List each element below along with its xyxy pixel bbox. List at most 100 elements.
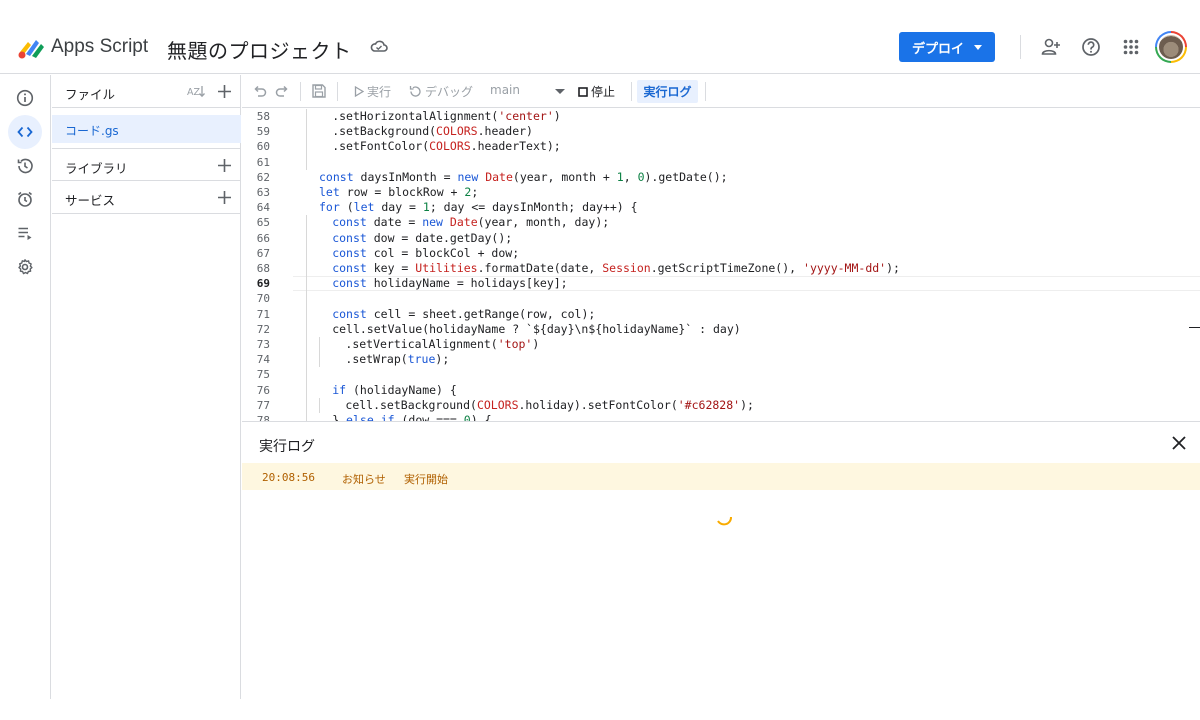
code-line[interactable]: 75 bbox=[242, 367, 1200, 383]
history-icon bbox=[17, 158, 33, 174]
stop-label: 停止 bbox=[591, 85, 616, 99]
code-token: for bbox=[319, 200, 340, 215]
code-token: ) bbox=[532, 337, 540, 351]
code-text: for (let day = 1; day <= daysInMonth; da… bbox=[319, 200, 638, 215]
apps-script-logo[interactable] bbox=[17, 34, 45, 60]
sort-az-icon[interactable]: AZ bbox=[187, 84, 207, 99]
code-line[interactable]: 60 .setFontColor(COLORS.headerText); bbox=[242, 139, 1200, 155]
code-line[interactable]: 66 const dow = date.getDay(); bbox=[242, 230, 1200, 246]
code-line[interactable]: 72 cell.setValue(holidayName ? `${day}\n$… bbox=[242, 321, 1200, 337]
code-token: ) bbox=[553, 109, 561, 123]
rail-triggers[interactable] bbox=[8, 182, 42, 216]
function-name: main bbox=[490, 83, 520, 97]
code-line[interactable]: 77 cell.setBackground(COLORS.holiday).set… bbox=[242, 397, 1200, 413]
project-title[interactable]: 無題のプロジェクト bbox=[167, 35, 352, 64]
code-token: 'top' bbox=[497, 337, 533, 351]
save-icon[interactable] bbox=[311, 83, 327, 99]
code-token: row = blockRow + bbox=[339, 185, 465, 199]
code-token: '#c62828' bbox=[677, 397, 741, 412]
code-line[interactable]: 68 const key = Utilities.formatDate(date,… bbox=[242, 261, 1200, 277]
line-number: 66 bbox=[256, 231, 270, 245]
execution-log-button[interactable]: 実行ログ bbox=[637, 80, 698, 103]
debug-icon bbox=[409, 86, 421, 97]
code-text: const col = blockCol + dow; bbox=[332, 246, 519, 261]
code-line[interactable]: 74 .setWrap(true); bbox=[242, 352, 1200, 368]
debug-button[interactable]: デバッグ bbox=[409, 83, 473, 100]
close-icon[interactable] bbox=[1171, 435, 1187, 451]
code-token: dow = date.getDay(); bbox=[366, 230, 513, 245]
code-line[interactable]: 59 .setBackground(COLORS.header) bbox=[242, 124, 1200, 140]
code-line[interactable]: 70 bbox=[242, 291, 1200, 307]
code-text: const key = Utilities.formatDate(date, S… bbox=[332, 261, 900, 276]
log-level: お知らせ bbox=[342, 473, 386, 486]
code-token: ) { bbox=[470, 413, 492, 421]
page-bottom bbox=[0, 699, 1200, 720]
code-token: const bbox=[332, 261, 367, 275]
run-button[interactable]: 実行 bbox=[354, 83, 391, 100]
files-header: ファイル AZ bbox=[52, 75, 241, 108]
line-number: 70 bbox=[256, 292, 270, 306]
stop-button[interactable]: 停止 bbox=[578, 83, 615, 100]
code-token: (dow === bbox=[394, 413, 464, 421]
code-token: 0 bbox=[463, 413, 471, 421]
undo-icon[interactable] bbox=[252, 84, 267, 99]
code-line[interactable]: 76 if (holidayName) { bbox=[242, 382, 1200, 398]
rail-history[interactable] bbox=[8, 149, 42, 183]
rail-editor[interactable] bbox=[8, 115, 42, 149]
code-token: let bbox=[319, 185, 340, 199]
code-text: .setWrap(true); bbox=[345, 352, 449, 367]
deploy-button[interactable]: デプロイ bbox=[899, 32, 995, 62]
code-token: .header) bbox=[477, 124, 533, 139]
code-text: let row = blockRow + 2; bbox=[319, 185, 478, 200]
code-editor[interactable]: 58 .setHorizontalAlignment('center') 59 .se… bbox=[242, 108, 1200, 421]
code-line[interactable]: 62 const daysInMonth = new Date(year, mon… bbox=[242, 170, 1200, 185]
add-file-icon[interactable] bbox=[217, 84, 232, 99]
function-select[interactable]: main bbox=[490, 83, 520, 97]
line-number: 74 bbox=[256, 353, 270, 367]
line-number: 71 bbox=[256, 307, 270, 321]
code-line[interactable]: 67 const col = blockCol + dow; bbox=[242, 245, 1200, 261]
avatar[interactable] bbox=[1155, 31, 1187, 63]
rail-overview[interactable] bbox=[8, 81, 42, 115]
indent-guide bbox=[306, 139, 307, 155]
code-line[interactable]: 63 let row = blockRow + 2; bbox=[242, 185, 1200, 200]
code-token: ); bbox=[740, 397, 754, 412]
chevron-down-icon[interactable] bbox=[555, 89, 565, 94]
code-token: 'yyyy-MM-dd' bbox=[803, 261, 887, 275]
add-person-icon[interactable] bbox=[1040, 36, 1062, 58]
code-line[interactable]: 78} else if (dow === 0) { bbox=[242, 413, 1200, 421]
apps-grid-icon[interactable] bbox=[1120, 36, 1142, 58]
header-divider bbox=[1020, 35, 1021, 59]
code-line[interactable]: 73 .setVerticalAlignment('top') bbox=[242, 337, 1200, 353]
code-token: const bbox=[332, 215, 367, 230]
line-number: 63 bbox=[256, 186, 270, 199]
top-header: Apps Script 無題のプロジェクト デプロイ bbox=[0, 0, 1200, 74]
add-library-icon[interactable] bbox=[217, 158, 232, 173]
code-token: ; day <= daysInMonth; day++) { bbox=[429, 200, 638, 215]
code-token: (year, month, day); bbox=[477, 215, 610, 230]
code-token: daysInMonth = bbox=[353, 169, 458, 184]
indent-guide bbox=[306, 124, 307, 140]
add-service-icon[interactable] bbox=[217, 190, 232, 205]
indent-guide bbox=[306, 245, 307, 261]
indent-guide bbox=[306, 321, 307, 337]
file-item-code-gs[interactable]: コード.gs bbox=[52, 115, 241, 143]
code-line[interactable]: 58 .setHorizontalAlignment('center') bbox=[242, 109, 1200, 125]
code-token: ( bbox=[339, 200, 354, 215]
code-token: 'center' bbox=[498, 109, 554, 123]
code-token: cell.setValue(holidayName ? `${day}\n${h… bbox=[332, 321, 741, 336]
rail-settings[interactable] bbox=[8, 250, 42, 284]
rail-executions[interactable] bbox=[8, 216, 42, 250]
code-line[interactable]: 65 const date = new Date(year, month, day… bbox=[242, 215, 1200, 231]
redo-icon[interactable] bbox=[275, 84, 290, 99]
help-icon[interactable] bbox=[1080, 36, 1102, 58]
toolbar-divider bbox=[705, 82, 706, 101]
app-name[interactable]: Apps Script bbox=[51, 36, 148, 58]
code-line[interactable]: 64 for (let day = 1; day <= daysInMonth; … bbox=[242, 200, 1200, 215]
code-line[interactable]: 61 bbox=[242, 154, 1200, 170]
code-token: holidayName = holidays[key]; bbox=[366, 276, 568, 291]
code-line[interactable]: 71 const cell = sheet.getRange(row, col); bbox=[242, 306, 1200, 322]
code-token: .setBackground( bbox=[332, 124, 437, 139]
code-line[interactable]: 69 const holidayName = holidays[key]; bbox=[242, 276, 1200, 292]
code-text: } else if (dow === 0) { bbox=[332, 413, 491, 421]
